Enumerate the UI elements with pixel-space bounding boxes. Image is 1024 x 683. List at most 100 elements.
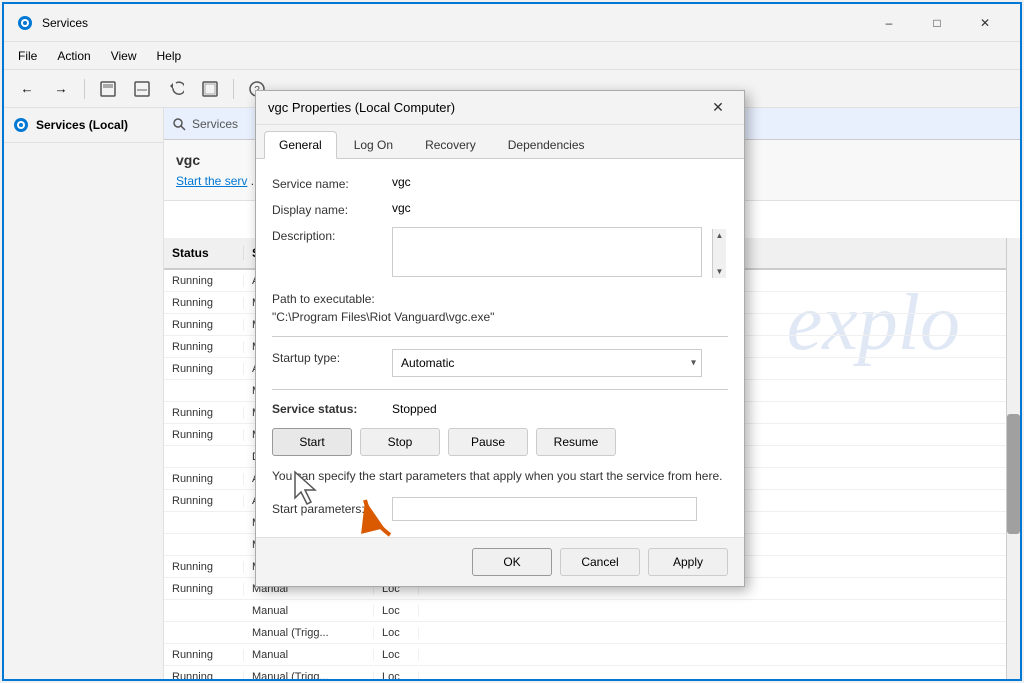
- scrollbar[interactable]: [1006, 238, 1020, 679]
- td-startup: Manual: [244, 605, 374, 617]
- td-status: Running: [164, 319, 244, 331]
- scrollbar-thumb[interactable]: [1007, 414, 1020, 534]
- display-name-label: Display name:: [272, 201, 392, 217]
- search-icon: [172, 117, 186, 131]
- startup-type-row: Startup type: Automatic Automatic (Delay…: [272, 349, 728, 377]
- stop-button[interactable]: Stop: [360, 428, 440, 456]
- display-name-row: Display name: vgc: [272, 201, 728, 217]
- start-button[interactable]: Start: [272, 428, 352, 456]
- td-status: Running: [164, 297, 244, 309]
- td-startup: Manual (Trigg...: [244, 627, 374, 639]
- path-row: Path to executable: "C:\Program Files\Ri…: [272, 290, 728, 324]
- sidebar-header: Services (Local): [4, 108, 163, 143]
- toolbar-btn-4[interactable]: [195, 75, 225, 103]
- menu-view[interactable]: View: [101, 45, 147, 67]
- path-label: Path to executable:: [272, 290, 392, 306]
- description-textarea[interactable]: [392, 227, 702, 277]
- maximize-button[interactable]: □: [914, 8, 960, 38]
- divider-2: [272, 389, 728, 390]
- startup-type-select-wrapper: Automatic Automatic (Delayed Start) Manu…: [392, 349, 702, 377]
- service-status-value: Stopped: [392, 402, 437, 416]
- dialog-title: vgc Properties (Local Computer): [268, 100, 704, 115]
- forward-button[interactable]: →: [46, 75, 76, 103]
- startup-type-select[interactable]: Automatic Automatic (Delayed Start) Manu…: [392, 349, 702, 377]
- menu-help[interactable]: Help: [147, 45, 192, 67]
- service-name-value: vgc: [392, 175, 411, 189]
- td-status: Running: [164, 407, 244, 419]
- toolbar-btn-1[interactable]: [93, 75, 123, 103]
- service-status-row: Service status: Stopped: [272, 402, 728, 416]
- td-status: Running: [164, 649, 244, 661]
- td-status: Running: [164, 363, 244, 375]
- table-row[interactable]: Manual (Trigg... Loc: [164, 622, 1006, 644]
- menu-bar: File Action View Help: [4, 42, 1020, 70]
- tab-dependencies[interactable]: Dependencies: [493, 131, 600, 158]
- dialog-body: Service name: vgc Display name: vgc Desc…: [256, 159, 744, 537]
- dialog-close-button[interactable]: ✕: [704, 96, 732, 120]
- table-row[interactable]: Running Manual (Trigg... Loc: [164, 666, 1006, 679]
- dialog-footer: OK Cancel Apply: [256, 537, 744, 586]
- menu-action[interactable]: Action: [47, 45, 100, 67]
- tab-logon[interactable]: Log On: [339, 131, 408, 158]
- toolbar-divider-2: [233, 79, 234, 99]
- td-status: Running: [164, 561, 244, 573]
- tab-recovery[interactable]: Recovery: [410, 131, 491, 158]
- td-status: Running: [164, 429, 244, 441]
- td-status: Running: [164, 583, 244, 595]
- back-button[interactable]: ←: [12, 75, 42, 103]
- textarea-scrollbar: ▲ ▼: [712, 229, 726, 278]
- cancel-button[interactable]: Cancel: [560, 548, 640, 576]
- divider-1: [272, 336, 728, 337]
- description-label: Description:: [272, 227, 392, 243]
- td-status: Running: [164, 495, 244, 507]
- service-status-label: Service status:: [272, 402, 392, 416]
- info-text: You can specify the start parameters tha…: [272, 468, 728, 485]
- td-startup: Manual (Trigg...: [244, 671, 374, 680]
- title-bar: Services – □ ✕: [4, 4, 1020, 42]
- start-params-input[interactable]: [392, 497, 697, 521]
- start-params-row: Start parameters:: [272, 497, 728, 521]
- sidebar-label: Services (Local): [36, 118, 128, 132]
- toolbar-btn-3[interactable]: [161, 75, 191, 103]
- dialog-tabs: General Log On Recovery Dependencies: [256, 125, 744, 159]
- resume-button[interactable]: Resume: [536, 428, 616, 456]
- th-status[interactable]: Status: [164, 246, 244, 260]
- td-log: Loc: [374, 605, 419, 617]
- tab-general[interactable]: General: [264, 131, 337, 159]
- display-name-value: vgc: [392, 201, 411, 215]
- app-icon: [16, 14, 34, 32]
- ok-button[interactable]: OK: [472, 548, 552, 576]
- td-log: Loc: [374, 671, 419, 680]
- description-field-wrapper: ▲ ▼: [392, 227, 728, 280]
- service-name-label: Service name:: [272, 175, 392, 191]
- startup-type-label: Startup type:: [272, 349, 392, 365]
- table-row[interactable]: Manual Loc: [164, 600, 1006, 622]
- pause-button[interactable]: Pause: [448, 428, 528, 456]
- description-row: Description: ▲ ▼: [272, 227, 728, 280]
- action-buttons: Start Stop Pause Resume: [272, 428, 728, 456]
- table-row[interactable]: Running Manual Loc: [164, 644, 1006, 666]
- search-label: Services: [192, 117, 238, 131]
- properties-dialog: vgc Properties (Local Computer) ✕ Genera…: [255, 90, 745, 587]
- td-startup: Manual: [244, 649, 374, 661]
- close-button[interactable]: ✕: [962, 8, 1008, 38]
- sidebar: Services (Local): [4, 108, 164, 679]
- start-link[interactable]: Start the serv: [176, 174, 247, 188]
- menu-file[interactable]: File: [8, 45, 47, 67]
- apply-button[interactable]: Apply: [648, 548, 728, 576]
- minimize-button[interactable]: –: [866, 8, 912, 38]
- start-params-label: Start parameters:: [272, 502, 392, 516]
- td-log: Loc: [374, 649, 419, 661]
- path-section: Path to executable: "C:\Program Files\Ri…: [272, 290, 728, 324]
- td-status: Running: [164, 473, 244, 485]
- window-controls: – □ ✕: [866, 8, 1008, 38]
- path-value: "C:\Program Files\Riot Vanguard\vgc.exe": [272, 310, 728, 324]
- toolbar-divider-1: [84, 79, 85, 99]
- toolbar-btn-2[interactable]: [127, 75, 157, 103]
- window-title: Services: [42, 16, 866, 30]
- dialog-titlebar: vgc Properties (Local Computer) ✕: [256, 91, 744, 125]
- td-log: Loc: [374, 627, 419, 639]
- td-status: Running: [164, 341, 244, 353]
- td-status: Running: [164, 671, 244, 680]
- service-name-row: Service name: vgc: [272, 175, 728, 191]
